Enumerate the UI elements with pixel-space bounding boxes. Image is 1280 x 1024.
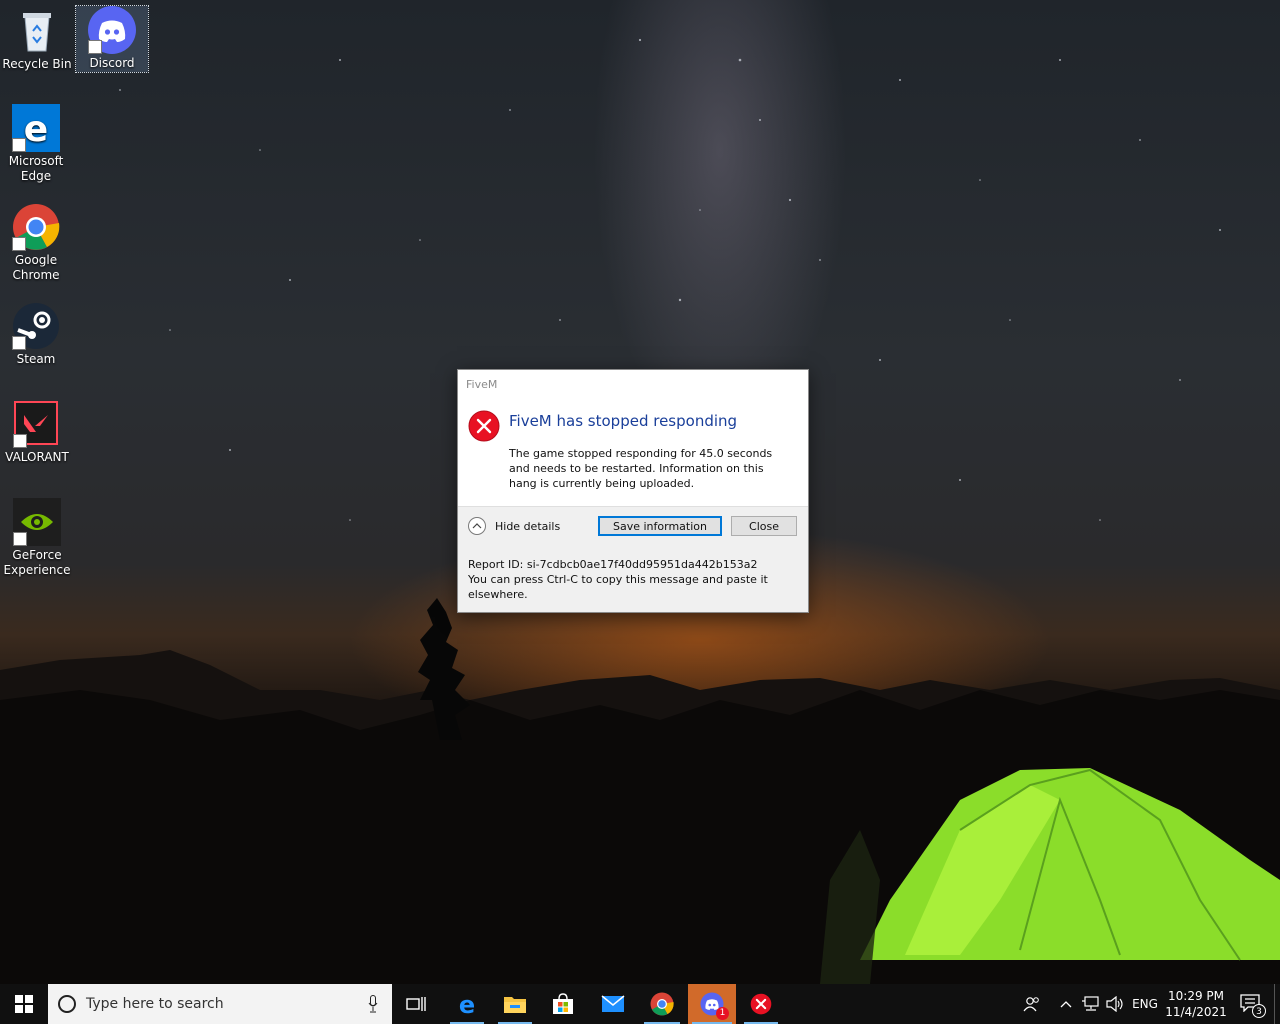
desktop-icon-valorant[interactable]: VALORANT xyxy=(1,400,73,465)
details-panel: Report ID: si-7cdbcb0ae17f40dd95951da442… xyxy=(458,547,808,612)
steam-icon xyxy=(12,302,60,350)
taskbar-app-discord[interactable]: 1 xyxy=(688,984,736,1024)
people-button[interactable] xyxy=(1018,984,1046,1024)
microphone-icon[interactable] xyxy=(368,995,378,1017)
shortcut-arrow-icon xyxy=(13,434,27,448)
windows-logo-icon xyxy=(15,995,33,1013)
dialog-button-bar: Hide details Save information Close xyxy=(458,506,808,548)
valorant-icon xyxy=(13,400,61,448)
notification-badge: 1 xyxy=(716,1007,729,1020)
cortana-icon xyxy=(58,995,76,1013)
shortcut-arrow-icon xyxy=(13,532,27,546)
shortcut-arrow-icon xyxy=(88,40,102,54)
volume-button[interactable] xyxy=(1104,984,1126,1024)
chrome-icon xyxy=(650,992,674,1016)
desktop-icon-label: Recycle Bin xyxy=(2,57,72,71)
svg-text:e: e xyxy=(459,992,475,1016)
desktop-icon-label: Steam xyxy=(16,352,56,366)
shortcut-arrow-icon xyxy=(12,138,26,152)
desktop-icon-label: Google Chrome xyxy=(12,253,60,282)
save-information-button[interactable]: Save information xyxy=(598,516,722,536)
hide-details-label: Hide details xyxy=(495,519,561,533)
svg-text:e: e xyxy=(24,109,48,150)
copy-hint: You can press Ctrl-C to copy this messag… xyxy=(468,573,768,601)
desktop-icon-steam[interactable]: Steam xyxy=(0,302,72,367)
dialog-message: The game stopped responding for 45.0 sec… xyxy=(509,447,773,490)
report-id: Report ID: si-7cdbcb0ae17f40dd95951da442… xyxy=(468,558,758,571)
geforce-experience-icon xyxy=(13,498,61,546)
edge-icon: e xyxy=(12,104,60,152)
error-icon xyxy=(750,993,772,1015)
hide-details-toggle[interactable]: Hide details xyxy=(468,517,560,535)
desktop-icon-label: GeForce Experience xyxy=(3,548,71,577)
task-view-icon xyxy=(406,997,426,1011)
clock[interactable]: 10:29 PM 11/4/2021 xyxy=(1164,984,1228,1024)
desktop-icon-label: Discord xyxy=(89,56,135,70)
action-center-button[interactable]: 3 xyxy=(1230,984,1270,1024)
shortcut-arrow-icon xyxy=(12,336,26,350)
chevron-up-icon xyxy=(1060,1001,1072,1008)
show-desktop-button[interactable] xyxy=(1274,984,1280,1024)
error-icon xyxy=(468,410,500,442)
people-icon xyxy=(1023,997,1039,1012)
close-button[interactable]: Close xyxy=(731,516,797,536)
search-placeholder: Type here to search xyxy=(86,996,224,1012)
task-view-button[interactable] xyxy=(394,984,438,1024)
error-dialog: FiveM FiveM has stopped responding The g… xyxy=(457,369,809,613)
notification-count-badge: 3 xyxy=(1252,1004,1266,1018)
edge-icon: e xyxy=(459,992,475,1016)
taskbar-app-store[interactable] xyxy=(542,984,584,1024)
language-indicator[interactable]: ENG xyxy=(1128,984,1162,1024)
microsoft-store-icon xyxy=(553,993,573,1014)
desktop-icon-edge[interactable]: e Microsoft Edge xyxy=(0,104,72,184)
language-label: ENG xyxy=(1132,997,1158,1011)
taskbar: Type here to search e 1 ENG 10:29 PM 11/… xyxy=(0,984,1280,1024)
desktop-icon-label: Microsoft Edge xyxy=(8,154,64,183)
desktop-icon-chrome[interactable]: Google Chrome xyxy=(0,203,72,283)
clock-date: 11/4/2021 xyxy=(1165,1005,1227,1019)
folder-icon xyxy=(504,997,526,1013)
taskbar-app-chrome[interactable] xyxy=(640,984,684,1024)
desktop-icon-recycle-bin[interactable]: Recycle Bin xyxy=(1,7,73,72)
taskbar-app-mail[interactable] xyxy=(592,984,634,1024)
desktop-icon-geforce[interactable]: GeForce Experience xyxy=(1,498,73,578)
shortcut-arrow-icon xyxy=(12,237,26,251)
network-button[interactable] xyxy=(1080,984,1102,1024)
discord-icon xyxy=(88,6,136,54)
show-hidden-icons-button[interactable] xyxy=(1056,984,1076,1024)
taskbar-app-edge[interactable]: e xyxy=(446,984,488,1024)
network-icon xyxy=(1082,996,1099,1011)
desktop-icon-label: VALORANT xyxy=(5,450,69,464)
dialog-heading: FiveM has stopped responding xyxy=(509,412,738,430)
taskbar-app-file-explorer[interactable] xyxy=(494,984,536,1024)
clock-time: 10:29 PM xyxy=(1168,989,1224,1003)
recycle-bin-icon xyxy=(13,7,61,55)
desktop-icon-discord[interactable]: Discord xyxy=(75,5,149,73)
start-button[interactable] xyxy=(0,984,48,1024)
chrome-icon xyxy=(12,203,60,251)
speaker-icon xyxy=(1106,996,1123,1012)
taskbar-search-box[interactable]: Type here to search xyxy=(48,984,392,1024)
dialog-title: FiveM xyxy=(466,378,498,391)
mail-icon xyxy=(601,995,625,1012)
taskbar-app-error-report[interactable] xyxy=(740,984,782,1024)
chevron-up-icon xyxy=(468,517,486,535)
